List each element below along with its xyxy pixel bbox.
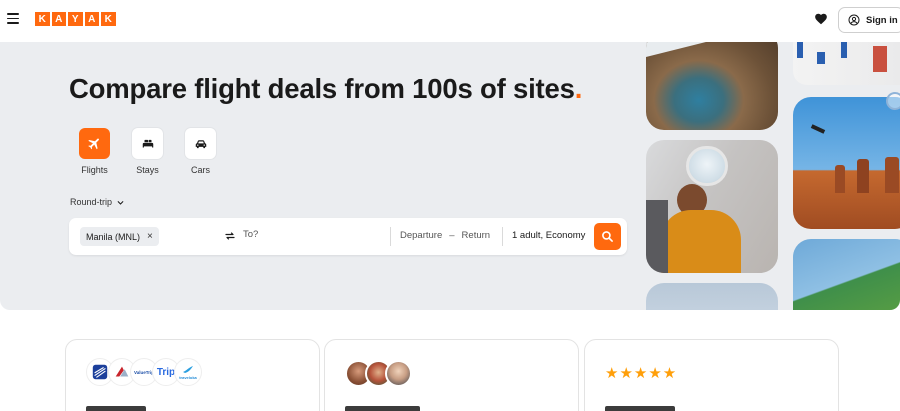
aerial-river-image (646, 42, 778, 130)
card-title (605, 406, 675, 411)
traveler-avatars (345, 360, 412, 387)
origin-chip[interactable]: Manila (MNL) × (80, 227, 159, 246)
destination-input[interactable] (243, 229, 383, 240)
vertical-tabs: Flights Stays Cars (79, 128, 238, 175)
tab-cars[interactable]: Cars (185, 128, 238, 175)
sign-in-label: Sign in (866, 14, 898, 26)
logo-letter: Y (68, 12, 83, 26)
tab-stays-label: Stays (136, 165, 159, 175)
travelers-field[interactable]: 1 adult, Economy (512, 230, 585, 241)
search-icon (602, 231, 613, 242)
kayak-logo[interactable]: K A Y A K (35, 12, 116, 26)
departure-field[interactable]: Departure (400, 230, 442, 241)
car-icon (185, 128, 216, 159)
tab-flights-label: Flights (81, 165, 108, 175)
tab-cars-label: Cars (190, 165, 210, 175)
desert-rocks-image (793, 97, 900, 229)
reviews-card[interactable] (324, 339, 579, 411)
divider (390, 227, 391, 246)
trip-type-dropdown[interactable]: Round-trip (70, 197, 125, 207)
plane-icon (79, 128, 110, 159)
partner-logos: ValueTrip Trip traveloka (86, 358, 202, 386)
return-field[interactable]: Return (462, 230, 491, 241)
palm-leaves-image (793, 239, 900, 310)
card-title (345, 406, 420, 411)
page-title: Compare flight deals from 100s of sites. (69, 73, 582, 105)
tab-flights[interactable]: Flights (79, 128, 132, 175)
avatar (385, 360, 412, 387)
rating-stars: ★★★★★ (605, 365, 678, 382)
remove-origin-icon[interactable]: × (147, 231, 153, 242)
date-dash: – (449, 230, 455, 241)
logo-letter: A (51, 12, 66, 26)
airplane-window-image (646, 140, 778, 273)
top-header: K A Y A K Sign in (0, 0, 900, 42)
trip-type-label: Round-trip (70, 197, 113, 207)
card-title (86, 406, 146, 411)
user-icon (848, 14, 860, 26)
rating-card[interactable]: ★★★★★ (584, 339, 839, 411)
white-buildings-image (793, 42, 900, 85)
bed-icon (132, 128, 163, 159)
date-range: Departure – Return (400, 230, 490, 241)
chevron-down-icon (117, 200, 124, 205)
title-dot: . (574, 73, 583, 104)
search-button[interactable] (594, 223, 621, 250)
traveloka-text: traveloka (179, 374, 197, 380)
logo-letter: A (84, 12, 99, 26)
sign-in-button[interactable]: Sign in (838, 7, 900, 33)
menu-icon[interactable] (7, 13, 19, 24)
heart-icon[interactable] (814, 12, 828, 26)
tab-stays[interactable]: Stays (132, 128, 185, 175)
sky-image (646, 283, 778, 310)
origin-value: Manila (MNL) (86, 231, 141, 242)
logo-letter: K (101, 12, 116, 26)
traveloka-logo: traveloka (174, 358, 202, 386)
page-title-text: Compare flight deals from 100s of sites (69, 73, 575, 104)
flight-search-form: Manila (MNL) × Departure – Return 1 adul… (69, 218, 627, 255)
divider (502, 227, 503, 246)
logo-letter: K (35, 12, 50, 26)
swap-icon[interactable] (224, 230, 236, 242)
hero-section: Compare flight deals from 100s of sites.… (0, 42, 900, 310)
carousel-indicator[interactable] (886, 92, 900, 110)
partners-card[interactable]: ValueTrip Trip traveloka (65, 339, 320, 411)
